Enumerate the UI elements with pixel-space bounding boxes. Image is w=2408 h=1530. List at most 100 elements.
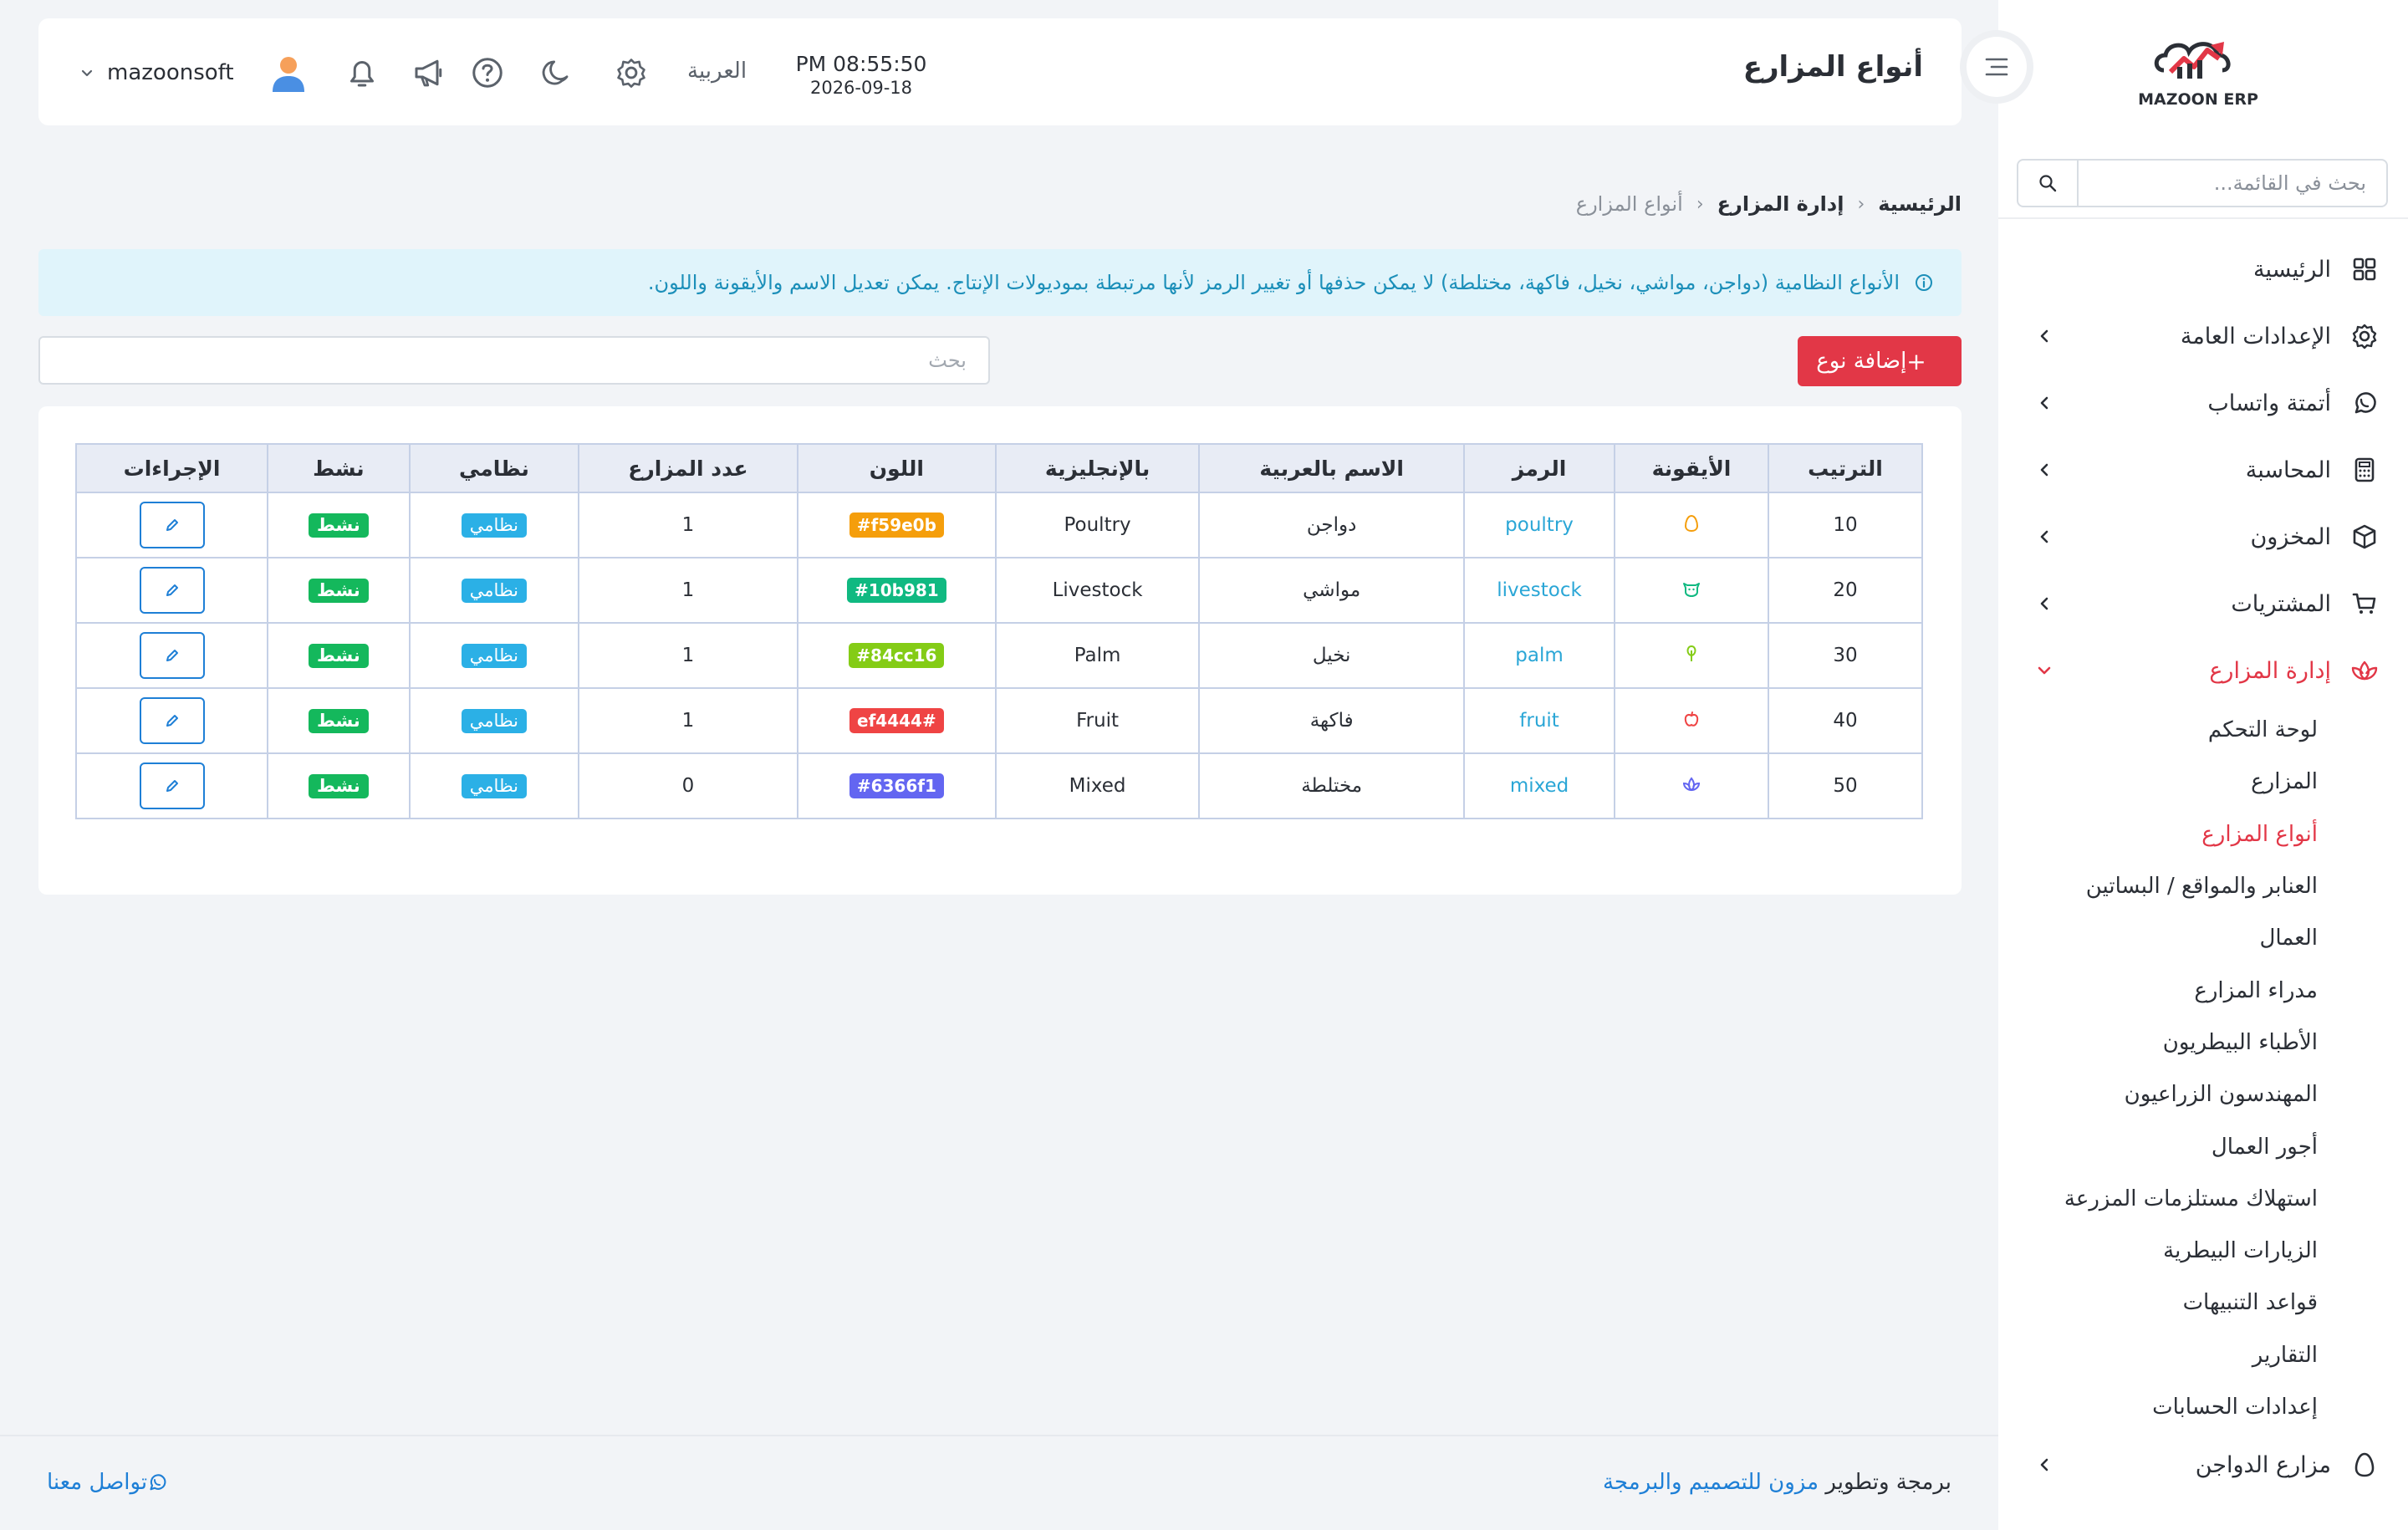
edit-button[interactable]: [139, 632, 205, 679]
submenu-item-workers[interactable]: العمال: [1998, 912, 2408, 964]
column-header-name-ar[interactable]: الاسم بالعربية: [1198, 443, 1466, 493]
breadcrumb: الرئيسية ‹ إدارة المزارع ‹ أنواع المزارع: [1576, 192, 1962, 216]
column-header-color[interactable]: اللون: [796, 443, 997, 493]
sidebar-item-poultry-farms[interactable]: مزارع الدواجن: [1998, 1431, 2408, 1498]
info-alert: الأنواع النظامية (دواجن، مواشي، نخيل، فا…: [38, 249, 1962, 316]
color-chip: ef4444#: [849, 708, 944, 733]
sidebar-search-button[interactable]: [2018, 161, 2079, 206]
farm-types-card: الترتيب الأيقونة الرمز الاسم بالعربية با…: [38, 406, 1962, 895]
breadcrumb-home[interactable]: الرئيسية: [1878, 192, 1962, 216]
lotus-icon: [2348, 654, 2381, 687]
table-row: 20 livestock مواشي Livestock #10b981 1 ن…: [74, 557, 1923, 624]
sidebar-item-purchases[interactable]: المشتريات: [1998, 570, 2408, 637]
submenu-item-barns-locations[interactable]: العنابر والمواقع / البساتين: [1998, 860, 2408, 912]
cell-code: livestock: [1463, 557, 1615, 624]
cow-icon: [1681, 579, 1701, 599]
sidebar-item-home[interactable]: الرئيسية: [1998, 236, 2408, 303]
submenu-item-farm-types[interactable]: أنواع المزارع: [1998, 808, 2408, 860]
user-menu[interactable]: mazoonsoft: [79, 52, 309, 94]
column-header-active[interactable]: نشط: [267, 443, 411, 493]
sidebar-item-label: الرئيسية: [2253, 256, 2331, 283]
edit-button[interactable]: [139, 762, 205, 809]
submenu-item-farms[interactable]: المزارع: [1998, 756, 2408, 808]
cell-system: نظامي: [408, 557, 580, 624]
cell-actions: [74, 752, 269, 819]
edit-button[interactable]: [139, 697, 205, 744]
sidebar-item-farm-management[interactable]: إدارة المزارع: [1998, 637, 2408, 704]
contact-link-label: تواصل معنا: [47, 1470, 148, 1495]
chevron-left-icon: [2032, 591, 2057, 616]
sidebar-item-label: المحاسبة: [2245, 456, 2331, 483]
whatsapp-icon: [150, 1474, 166, 1491]
cell-active: نشط: [267, 687, 411, 754]
cell-order: 20: [1768, 557, 1923, 624]
contact-link[interactable]: تواصل معنا: [47, 1470, 177, 1495]
breadcrumb-current: أنواع المزارع: [1575, 192, 1683, 216]
status-badge: نشط: [309, 513, 369, 538]
help-button[interactable]: [468, 54, 507, 92]
submenu-item-worker-wages[interactable]: أجور العمال: [1998, 1120, 2408, 1172]
footer-credit-prefix: برمجة وتطوير: [1825, 1470, 1951, 1495]
cell-name-en: Fruit: [994, 687, 1201, 754]
edit-button[interactable]: [139, 502, 205, 548]
sidebar-bottom: مزارع الدواجن: [1998, 1431, 2408, 1498]
column-header-icon[interactable]: الأيقونة: [1614, 443, 1769, 493]
sidebar-item-label: المخزون: [2250, 523, 2331, 550]
cell-order: 50: [1768, 752, 1923, 819]
cell-system: نظامي: [408, 687, 580, 754]
sidebar-toggle-button[interactable]: [1967, 37, 2027, 97]
sidebar-item-general-settings[interactable]: الإعدادات العامة: [1998, 303, 2408, 370]
farm-types-table: الترتيب الأيقونة الرمز الاسم بالعربية با…: [74, 443, 1923, 819]
tree-icon: [1681, 644, 1701, 664]
sidebar-item-whatsapp[interactable]: أتمتة واتساب: [1998, 370, 2408, 436]
submenu-item-veterinarians[interactable]: الأطباء البيطريون: [1998, 1017, 2408, 1068]
language-switch[interactable]: العربية: [687, 59, 747, 84]
footer-divider: [0, 1435, 1998, 1436]
cell-farm-count: 1: [578, 557, 798, 624]
breadcrumb-parent[interactable]: إدارة المزارع: [1717, 192, 1844, 216]
column-header-system[interactable]: نظامي: [408, 443, 580, 493]
sidebar-search-input[interactable]: [2079, 161, 2386, 206]
avatar: [272, 57, 304, 92]
top-header: أنواع المزارع PM 08:55:50 2026-09-18 الع…: [38, 18, 1962, 125]
sidebar-item-accounting[interactable]: المحاسبة: [1998, 436, 2408, 503]
submenu-item-vet-visits[interactable]: الزيارات البيطرية: [1998, 1225, 2408, 1277]
dark-mode-button[interactable]: [537, 54, 575, 92]
submenu-item-farm-managers[interactable]: مدراء المزارع: [1998, 964, 2408, 1016]
cell-actions: [74, 687, 269, 754]
cell-farm-count: 1: [578, 492, 798, 558]
settings-button[interactable]: [612, 54, 650, 92]
system-badge: نظامي: [461, 708, 528, 733]
chevron-left-icon: [2032, 324, 2057, 349]
column-header-farm-count[interactable]: عدد المزارع: [578, 443, 798, 493]
brand-logo[interactable]: MAZOON ERP: [2138, 33, 2258, 117]
pencil-icon: [166, 715, 178, 727]
submenu-item-account-settings[interactable]: إعدادات الحسابات: [1998, 1381, 2408, 1433]
box-icon: [2348, 520, 2381, 553]
submenu-item-agronomists[interactable]: المهندسون الزراعيون: [1998, 1068, 2408, 1120]
table-search-input[interactable]: [40, 338, 988, 383]
add-type-button[interactable]: + إضافة نوع: [1798, 336, 1962, 386]
notifications-button[interactable]: [343, 54, 381, 92]
announcements-button[interactable]: [410, 54, 448, 92]
submenu-item-supplies-consumption[interactable]: استهلاك مستلزمات المزرعة: [1998, 1173, 2408, 1225]
footer-credit-link[interactable]: مزون للتصميم والبرمجة: [1603, 1470, 1819, 1495]
column-header-name-en[interactable]: بالإنجليزية: [994, 443, 1201, 493]
sidebar-item-inventory[interactable]: المخزون: [1998, 503, 2408, 570]
submenu-item-reports[interactable]: التقارير: [1998, 1329, 2408, 1381]
cell-name-en: Mixed: [994, 752, 1201, 819]
edit-button[interactable]: [139, 567, 205, 614]
gear-icon: [617, 59, 645, 88]
status-badge: نشط: [309, 578, 369, 603]
status-badge: نشط: [309, 643, 369, 668]
submenu-item-alert-rules[interactable]: قواعد التنبيهات: [1998, 1277, 2408, 1329]
cell-color: ef4444#: [796, 687, 997, 754]
sidebar-item-label: مزارع الدواجن: [2195, 1451, 2331, 1478]
column-header-order[interactable]: الترتيب: [1768, 443, 1923, 493]
column-header-code[interactable]: الرمز: [1463, 443, 1615, 493]
add-type-button-label: إضافة نوع: [1816, 349, 1907, 374]
egg-icon: [1681, 513, 1701, 533]
cell-farm-count: 0: [578, 752, 798, 819]
cell-name-ar: نخيل: [1198, 622, 1466, 689]
submenu-item-dashboard[interactable]: لوحة التحكم: [1998, 704, 2408, 756]
